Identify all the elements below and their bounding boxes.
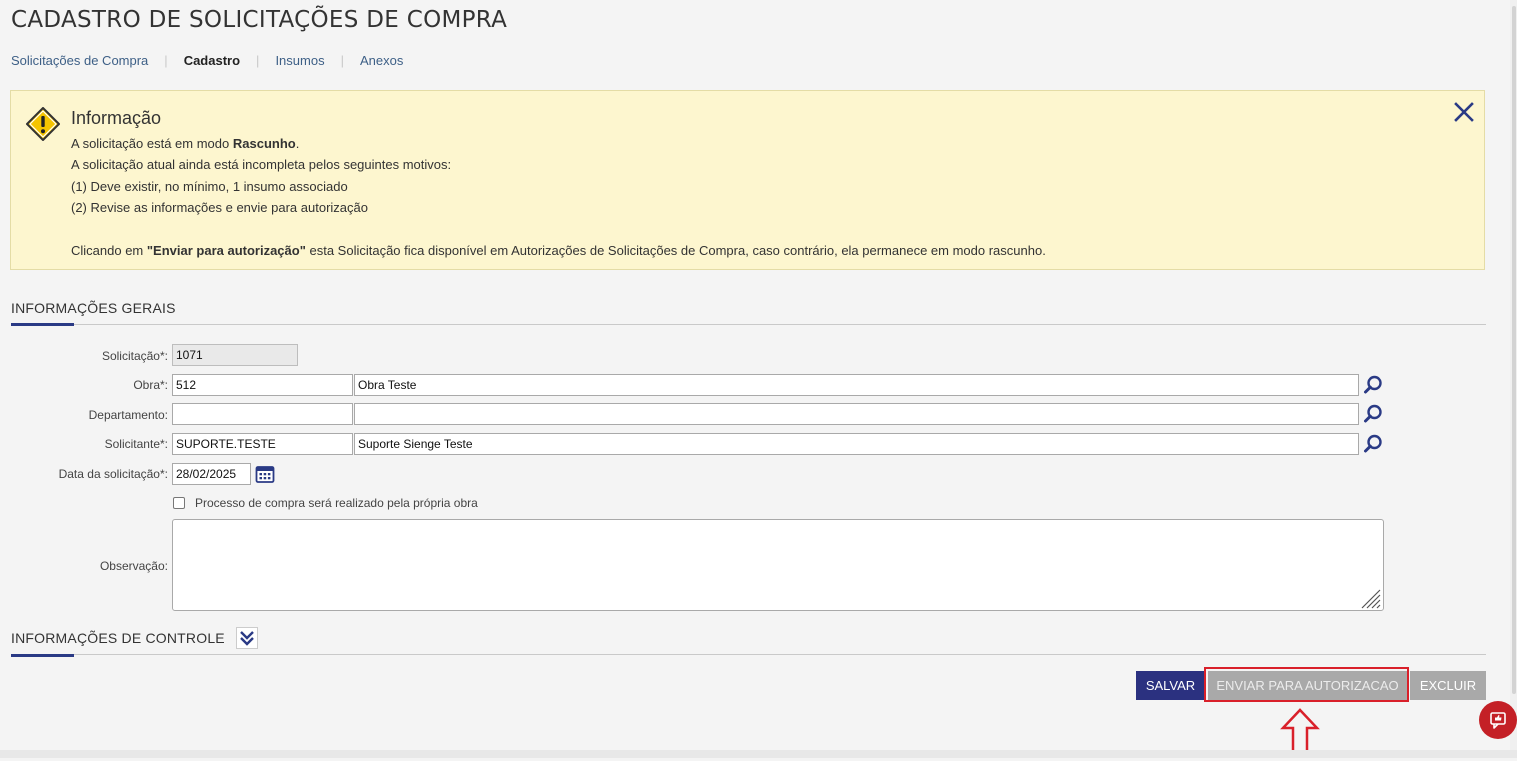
departamento-code-field[interactable] — [172, 403, 353, 425]
solicitante-code-field[interactable] — [172, 433, 353, 455]
info-text-part: . — [295, 136, 300, 151]
search-icon[interactable] — [1362, 374, 1384, 396]
solicitacao-field — [172, 344, 298, 366]
observacao-label: Observação: — [99, 559, 168, 573]
info-text-part: esta Solicitação fica disponível em Auto… — [305, 242, 1046, 258]
info-message-box: Informação A solicitação está em modo Ra… — [10, 90, 1485, 270]
departamento-label: Departamento: — [88, 408, 168, 422]
info-line: A solicitação atual ainda está incomplet… — [71, 157, 452, 173]
section-title-general: INFORMAÇÕES GERAIS — [11, 300, 176, 316]
breadcrumb-anexos[interactable]: Anexos — [360, 53, 403, 68]
obra-code-field[interactable] — [172, 374, 353, 396]
section-accent — [11, 654, 74, 657]
obra-name-field[interactable] — [354, 374, 1359, 396]
data-solicitacao-field[interactable] — [172, 463, 251, 485]
section-accent — [11, 323, 74, 326]
breadcrumb-separator: | — [340, 53, 344, 68]
section-title-control: INFORMAÇÕES DE CONTROLE — [11, 630, 225, 646]
search-icon[interactable] — [1362, 433, 1384, 455]
info-text-bold: Rascunho — [232, 136, 296, 151]
info-line: (1) Deve existir, no mínimo, 1 insumo as… — [71, 178, 348, 194]
scrollbar-thumb[interactable] — [1512, 6, 1516, 694]
breadcrumb-separator: | — [164, 53, 168, 68]
info-text: A solicitação está em modo Rascunho. A s… — [71, 133, 1046, 261]
breadcrumb-solicitacoes-de-compra[interactable]: Solicitações de Compra — [11, 53, 148, 68]
section-divider — [11, 654, 1486, 655]
calendar-icon[interactable] — [255, 464, 275, 484]
info-title: Informação — [71, 108, 162, 128]
info-text-part: Clicando em — [71, 242, 147, 258]
close-icon[interactable] — [1453, 101, 1475, 126]
expand-icon[interactable] — [236, 627, 258, 649]
search-icon[interactable] — [1362, 403, 1384, 425]
page-title: CADASTRO DE SOLICITAÇÕES DE COMPRA — [11, 7, 508, 33]
obra-label: Obra*: — [133, 378, 168, 392]
save-button[interactable]: SALVAR — [1136, 671, 1205, 700]
info-line: (2) Revise as informações e envie para a… — [71, 200, 368, 216]
info-text-part: A solicitação está em modo — [71, 136, 233, 151]
breadcrumb-insumos[interactable]: Insumos — [275, 53, 324, 68]
info-line-blank — [71, 219, 1046, 240]
warning-icon — [25, 107, 61, 144]
solicitante-name-field[interactable] — [354, 433, 1359, 455]
info-line: A solicitação está em modo Rascunho. — [71, 133, 1046, 154]
section-divider — [11, 324, 1486, 325]
bottom-strip — [0, 750, 1517, 758]
highlight-box — [1204, 667, 1409, 702]
info-line: Clicando em "Enviar para autorização" es… — [71, 240, 1046, 261]
breadcrumb: Solicitações de Compra | Cadastro | Insumos |… — [11, 53, 403, 68]
breadcrumb-separator: | — [256, 53, 260, 68]
resize-grip-icon[interactable] — [1359, 587, 1381, 612]
info-text-bold: "Enviar para autorização" — [146, 242, 306, 258]
processo-obra-checkbox[interactable] — [173, 497, 185, 509]
breadcrumb-cadastro[interactable]: Cadastro — [184, 53, 240, 68]
solicitante-label: Solicitante*: — [104, 437, 168, 451]
solicitacao-label: Solicitação*: — [101, 349, 168, 363]
feedback-icon[interactable] — [1479, 701, 1517, 739]
processo-obra-label: Processo de compra será realizado pela p… — [195, 496, 478, 510]
data-solicitacao-label: Data da solicitação*: — [58, 467, 168, 481]
departamento-name-field[interactable] — [354, 403, 1359, 425]
delete-button[interactable]: EXCLUIR — [1410, 671, 1486, 700]
observacao-textarea[interactable] — [172, 519, 1384, 611]
